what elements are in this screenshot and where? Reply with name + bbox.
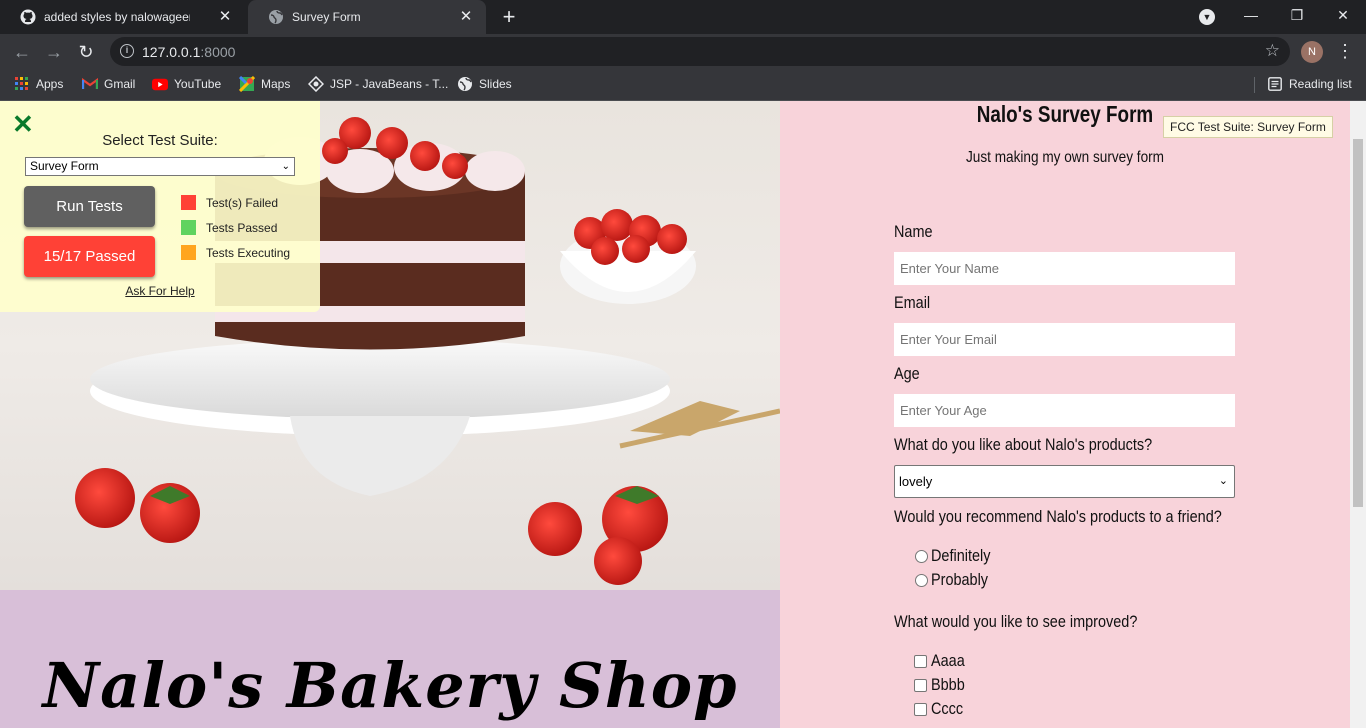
select-suite-label: Select Test Suite: <box>102 132 218 149</box>
window-close-icon[interactable]: ✕ <box>1320 0 1366 32</box>
legend-failed: Test(s) Failed <box>181 195 278 210</box>
email-input[interactable] <box>894 323 1235 356</box>
fcc-test-panel: ✕ Select Test Suite: Survey Form ⌄ Run T… <box>0 101 320 312</box>
bookmark-youtube[interactable]: YouTube <box>152 76 221 92</box>
restore-icon[interactable]: ❐ <box>1274 0 1320 32</box>
executing-swatch <box>181 245 196 260</box>
gmail-icon <box>82 76 98 92</box>
tab-title: added styles by nalowageena654 <box>44 10 190 24</box>
name-input[interactable] <box>894 252 1235 285</box>
browser-toolbar: ← → ↻ i 127.0.0.1:8000 ☆ N ⋮ <box>0 34 1366 69</box>
fcc-tooltip: FCC Test Suite: Survey Form <box>1163 116 1333 138</box>
failed-swatch <box>181 195 196 210</box>
tab-survey-form[interactable]: Survey Form ✕ <box>248 0 486 34</box>
email-label: Email <box>894 293 931 312</box>
like-dropdown[interactable]: lovely ⌄ <box>894 465 1235 498</box>
globe-icon <box>268 9 284 25</box>
bookmark-gmail[interactable]: Gmail <box>82 76 135 92</box>
tab-strip: added styles by nalowageena654 ✕ Survey … <box>0 0 1366 34</box>
age-input[interactable] <box>894 394 1235 427</box>
improve-option-bbbb[interactable]: Bbbb <box>914 675 971 695</box>
option-label: Cccc <box>931 699 964 718</box>
reading-list-label: Reading list <box>1289 77 1352 91</box>
run-tests-button[interactable]: Run Tests <box>24 186 155 227</box>
forward-icon[interactable]: → <box>42 40 66 64</box>
profile-avatar[interactable]: N <box>1301 41 1323 63</box>
bookmark-label: Maps <box>261 77 291 91</box>
bookmark-maps[interactable]: Maps <box>239 76 290 92</box>
legend-label: Tests Passed <box>206 220 278 235</box>
site-info-icon[interactable]: i <box>120 44 134 58</box>
recommend-label: Would you recommend Nalo's products to a… <box>894 507 1222 526</box>
bookmark-apps[interactable]: Apps <box>14 76 63 92</box>
test-suite-select[interactable]: Survey Form ⌄ <box>25 157 295 176</box>
page-viewport: Nalo's Bakery Shop Nalo's Survey Form Ju… <box>0 101 1366 728</box>
checkbox[interactable] <box>914 678 927 692</box>
legend-label: Test(s) Failed <box>206 195 279 210</box>
minimize-icon[interactable]: — <box>1228 0 1274 32</box>
apps-grid-icon <box>14 76 30 92</box>
youtube-icon <box>152 76 168 92</box>
globe-icon <box>457 76 473 92</box>
url-text: 127.0.0.1:8000 <box>142 44 236 60</box>
test-results-button[interactable]: 15/17 Passed <box>24 236 155 277</box>
scrollbar-thumb[interactable] <box>1353 139 1363 507</box>
chevron-down-icon: ⌄ <box>281 161 290 172</box>
chevron-down-icon: ⌄ <box>1218 475 1228 487</box>
checkbox[interactable] <box>914 702 927 716</box>
tab-title: Survey Form <box>292 10 361 24</box>
bookmarks-bar: Apps Gmail YouTube Maps JSP - JavaBeans … <box>0 69 1366 101</box>
option-label: Aaaa <box>931 651 965 670</box>
age-label: Age <box>894 364 920 383</box>
tab-github[interactable]: added styles by nalowageena654 ✕ <box>0 0 245 34</box>
bookmarks-divider <box>1254 77 1255 93</box>
github-icon <box>20 9 36 25</box>
reload-icon[interactable]: ↻ <box>74 40 98 64</box>
shop-title: Nalo's Bakery Shop <box>42 649 738 722</box>
bookmark-slides[interactable]: Slides <box>457 76 512 92</box>
option-label: Bbbb <box>931 675 965 694</box>
page-scrollbar[interactable] <box>1350 101 1366 728</box>
tab-search-icon[interactable]: ▼ <box>1199 9 1215 25</box>
close-tab-icon[interactable]: ✕ <box>458 9 474 25</box>
radio-button[interactable] <box>915 549 928 563</box>
legend-label: Tests Executing <box>206 245 291 260</box>
improve-label: What would you like to see improved? <box>894 612 1138 631</box>
jsp-site-icon <box>308 76 324 92</box>
address-bar[interactable]: i 127.0.0.1:8000 ☆ <box>110 37 1290 66</box>
improve-option-aaaa[interactable]: Aaaa <box>914 651 971 671</box>
new-tab-icon[interactable]: + <box>500 6 518 28</box>
radio-button[interactable] <box>915 573 928 587</box>
bookmark-label: JSP - JavaBeans - T... <box>330 77 449 91</box>
improve-option-cccc[interactable]: Cccc <box>914 699 969 719</box>
reading-list-icon <box>1267 76 1283 92</box>
bookmark-label: YouTube <box>174 77 222 91</box>
bookmark-label: Gmail <box>104 77 136 91</box>
bookmark-label: Slides <box>479 77 512 91</box>
reading-list-button[interactable]: Reading list <box>1267 76 1352 92</box>
recommend-option-definitely[interactable]: Definitely <box>915 546 1001 566</box>
survey-description: Just making my own survey form <box>965 149 1164 166</box>
recommend-option-probably[interactable]: Probably <box>915 570 998 590</box>
like-selected-value: lovely <box>899 474 933 489</box>
bookmark-star-icon[interactable]: ☆ <box>1265 41 1280 61</box>
option-label: Probably <box>931 570 989 589</box>
passed-swatch <box>181 220 196 235</box>
bookmark-jsp[interactable]: JSP - JavaBeans - T... <box>308 76 448 92</box>
maps-icon <box>239 76 255 92</box>
option-label: Definitely <box>931 546 991 565</box>
like-label: What do you like about Nalo's products? <box>894 435 1153 454</box>
legend-executing: Tests Executing <box>181 245 290 260</box>
name-label: Name <box>894 222 933 241</box>
bookmark-label: Apps <box>36 77 64 91</box>
legend-passed: Tests Passed <box>181 220 277 235</box>
back-icon[interactable]: ← <box>10 40 34 64</box>
checkbox[interactable] <box>914 654 927 668</box>
menu-kebab-icon[interactable]: ⋮ <box>1336 40 1354 64</box>
close-tab-icon[interactable]: ✕ <box>217 9 233 25</box>
suite-selected-value: Survey Form <box>30 159 99 173</box>
ask-for-help-link[interactable]: Ask For Help <box>0 284 320 298</box>
